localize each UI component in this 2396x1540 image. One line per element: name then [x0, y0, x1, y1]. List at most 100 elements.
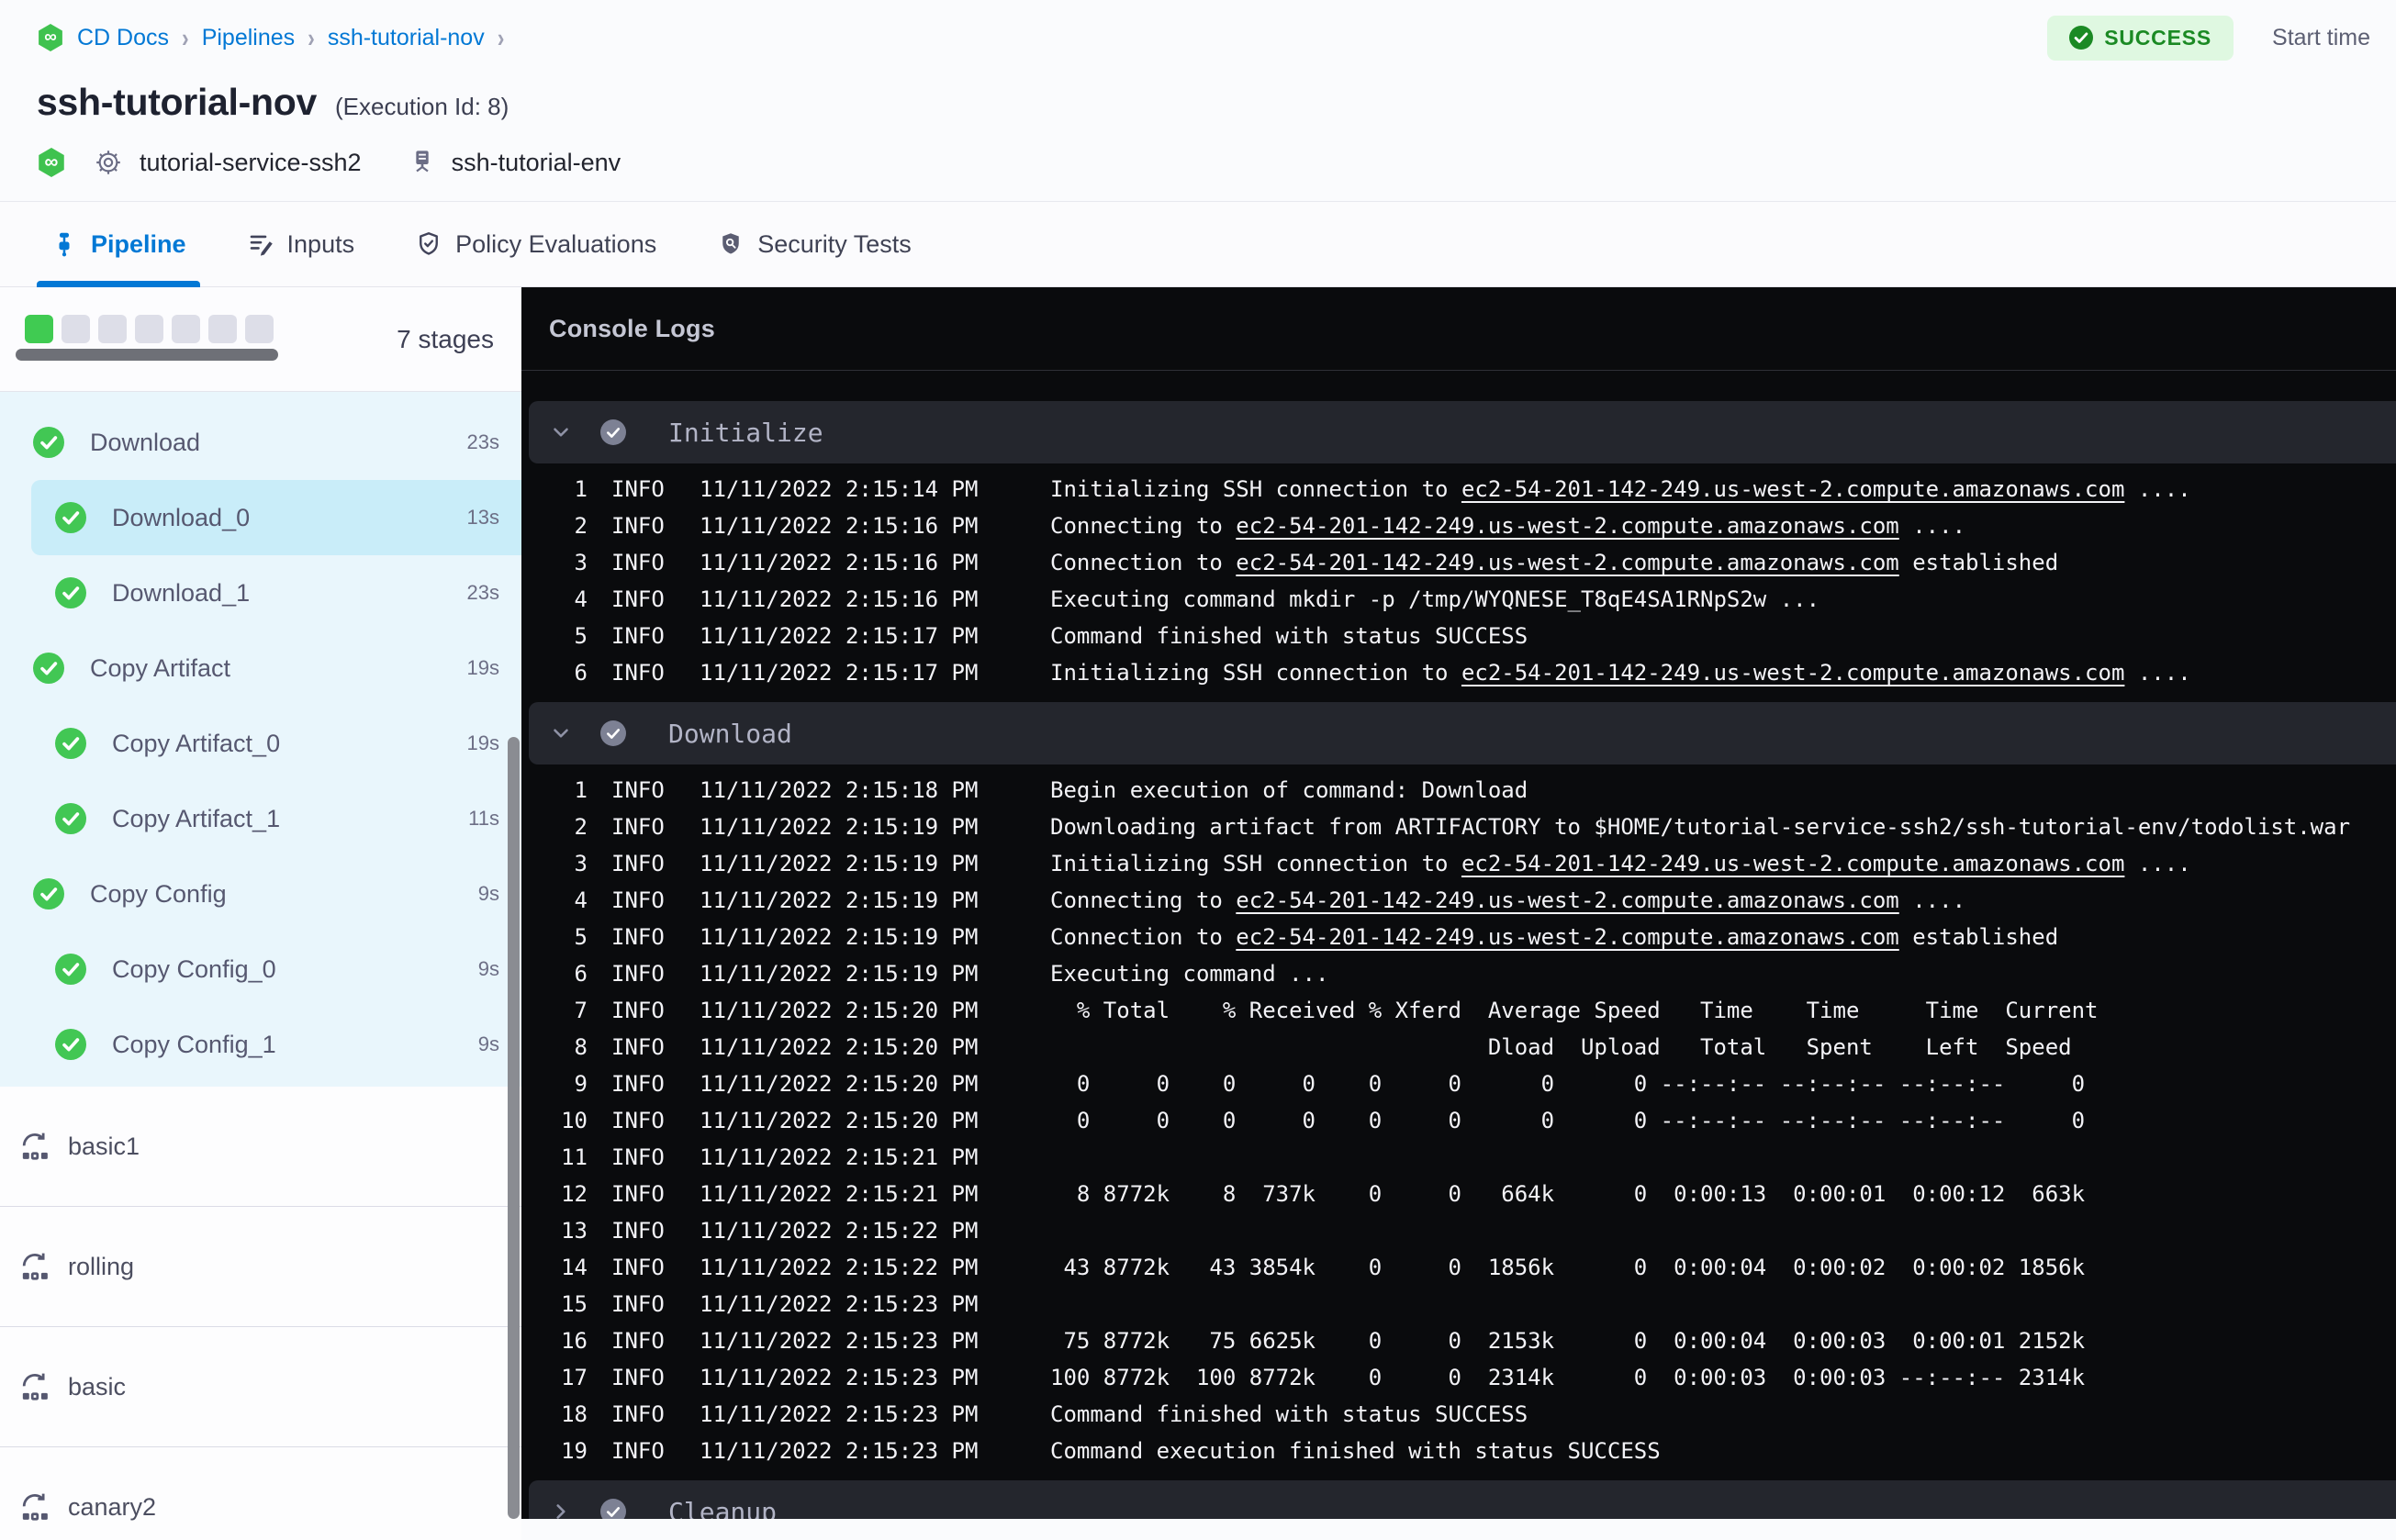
tab-security-tests[interactable]: Security Tests	[703, 202, 925, 286]
log-section-header[interactable]: Initialize	[529, 401, 2396, 463]
step-success-seal-icon	[600, 720, 626, 746]
log-message: Initializing SSH connection to ec2-54-20…	[1050, 851, 2191, 876]
tab-label: Pipeline	[91, 229, 186, 258]
stage-row[interactable]: Copy Config_0 9s	[0, 932, 521, 1007]
log-host-link[interactable]: ec2-54-201-142-249.us-west-2.compute.ama…	[1236, 924, 1898, 950]
log-timestamp: 11/11/2022 2:15:16 PM	[700, 550, 979, 575]
environment-name[interactable]: ssh-tutorial-env	[452, 149, 621, 177]
environment-icon	[415, 151, 429, 173]
log-line: 16 INFO 11/11/2022 2:15:23 PM 75 8772k 75 …	[529, 1322, 2396, 1359]
log-host-link[interactable]: ec2-54-201-142-249.us-west-2.compute.ama…	[1236, 513, 1898, 539]
service-name[interactable]: tutorial-service-ssh2	[140, 149, 362, 177]
log-timestamp: 11/11/2022 2:15:19 PM	[700, 924, 979, 950]
stages-sidebar: 7 stages Download 23s Download_0 13s Downloa…	[0, 287, 521, 1540]
log-message: 0 0 0 0 0 0 0 0 --:--:-- --:--:-- --:--:…	[1050, 1108, 2086, 1133]
stage-progress-segment	[98, 315, 127, 343]
chevron-down-icon[interactable]	[549, 721, 573, 745]
breadcrumb-link-pipelines[interactable]: Pipelines	[202, 25, 295, 51]
log-line-number: 4	[574, 586, 588, 612]
stage-row[interactable]: Download 23s	[0, 405, 521, 480]
log-message: Downloading artifact from ARTIFACTORY to…	[1050, 814, 2351, 840]
execution-status-area: SUCCESS Start time	[2047, 15, 2370, 61]
log-line-number: 12	[561, 1181, 588, 1207]
log-message: Connecting to ec2-54-201-142-249.us-west…	[1050, 887, 1966, 913]
title-row: ssh-tutorial-nov (Execution Id: 8)	[0, 81, 2396, 124]
rollback-stage-row[interactable]: canary2	[0, 1447, 521, 1540]
stage-row[interactable]: Copy Artifact_1 11s	[0, 781, 521, 856]
log-section-header[interactable]: Download	[529, 702, 2396, 764]
log-message: Connecting to ec2-54-201-142-249.us-west…	[1050, 513, 1966, 539]
stage-duration: 9s	[477, 957, 499, 980]
log-timestamp: 11/11/2022 2:15:19 PM	[700, 851, 979, 876]
log-level: INFO	[611, 513, 665, 539]
log-line-number: 16	[561, 1328, 588, 1354]
stage-row[interactable]: Copy Config 9s	[0, 856, 521, 932]
log-timestamp: 11/11/2022 2:15:22 PM	[700, 1218, 979, 1244]
harness-logo-icon: ∞	[39, 24, 62, 51]
log-level: INFO	[611, 550, 665, 575]
status-label: SUCCESS	[2104, 25, 2212, 50]
tab-inputs[interactable]: Inputs	[233, 202, 369, 286]
log-line: 17 INFO 11/11/2022 2:15:23 PM 100 8772k 100…	[529, 1359, 2396, 1396]
rollback-icon	[22, 1493, 48, 1521]
log-timestamp: 11/11/2022 2:15:17 PM	[700, 660, 979, 686]
stage-name: Download_1	[112, 578, 251, 607]
stage-duration: 23s	[466, 581, 499, 604]
console-panel: Console Logs Initialize 1 INFO 11/11/2022 2…	[521, 287, 2396, 1519]
log-message: Initializing SSH connection to ec2-54-20…	[1050, 476, 2191, 502]
stage-progress-segment	[208, 315, 237, 343]
tab-label: Security Tests	[757, 229, 912, 258]
tab-pipeline[interactable]: Pipeline	[37, 202, 200, 287]
stage-row[interactable]: Copy Artifact 19s	[0, 631, 521, 706]
log-line: 15 INFO 11/11/2022 2:15:23 PM	[529, 1286, 2396, 1322]
stage-row[interactable]: Download_0 13s	[31, 480, 521, 555]
log-line-number: 10	[561, 1108, 588, 1133]
log-message: Command finished with status SUCCESS	[1050, 1401, 1528, 1427]
log-line: 11 INFO 11/11/2022 2:15:21 PM	[529, 1139, 2396, 1176]
log-level: INFO	[611, 1108, 665, 1133]
breadcrumb-link-cd-docs[interactable]: CD Docs	[77, 25, 169, 51]
log-line-number: 5	[574, 924, 588, 950]
log-host-link[interactable]: ec2-54-201-142-249.us-west-2.compute.ama…	[1236, 550, 1898, 575]
log-host-link[interactable]: ec2-54-201-142-249.us-west-2.compute.ama…	[1461, 660, 2124, 686]
log-host-link[interactable]: ec2-54-201-142-249.us-west-2.compute.ama…	[1236, 887, 1898, 913]
log-line: 13 INFO 11/11/2022 2:15:22 PM	[529, 1212, 2396, 1249]
log-section-header[interactable]: Cleanup	[529, 1480, 2396, 1519]
log-host-link[interactable]: ec2-54-201-142-249.us-west-2.compute.ama…	[1461, 851, 2124, 876]
stage-duration: 11s	[468, 807, 499, 830]
log-level: INFO	[611, 924, 665, 950]
breadcrumb-link-pipeline-name[interactable]: ssh-tutorial-nov	[328, 25, 485, 51]
log-line-number: 11	[561, 1144, 588, 1170]
stage-name: Copy Artifact_1	[112, 804, 281, 832]
log-timestamp: 11/11/2022 2:15:20 PM	[700, 1034, 979, 1060]
chevron-right-icon[interactable]	[549, 1500, 573, 1519]
log-level: INFO	[611, 961, 665, 987]
log-section: Download 1 INFO 11/11/2022 2:15:18 PM Begin …	[529, 702, 2396, 1480]
rollback-stage-row[interactable]: rolling	[0, 1207, 521, 1327]
stage-row[interactable]: Download_1 23s	[0, 555, 521, 631]
log-line-number: 9	[574, 1071, 588, 1097]
log-message: Executing command ...	[1050, 961, 1329, 987]
log-line: 1 INFO 11/11/2022 2:15:14 PM Initializing S…	[529, 471, 2396, 508]
log-line: 6 INFO 11/11/2022 2:15:17 PM Initializing S…	[529, 654, 2396, 691]
stage-row[interactable]: Copy Config_1 9s	[0, 1007, 521, 1082]
rollback-stage-row[interactable]: basic	[0, 1327, 521, 1447]
log-line: 2 INFO 11/11/2022 2:15:16 PM Connecting to …	[529, 508, 2396, 544]
minimap-scrollbar[interactable]	[16, 349, 278, 361]
log-message: 75 8772k 75 6625k 0 0 2153k 0 0:00:04 0:…	[1050, 1328, 2086, 1354]
log-host-link[interactable]: ec2-54-201-142-249.us-west-2.compute.ama…	[1461, 476, 2124, 502]
tab-policy-evaluations[interactable]: Policy Evaluations	[401, 202, 670, 286]
stage-name: Copy Config	[90, 879, 227, 908]
log-line-number: 5	[574, 623, 588, 649]
log-timestamp: 11/11/2022 2:15:19 PM	[700, 961, 979, 987]
stage-progress-segment	[245, 315, 274, 343]
rollback-icon	[22, 1253, 48, 1280]
chevron-right-icon: ›	[182, 22, 189, 52]
top-bar: ∞ CD Docs › Pipelines › ssh-tutorial-nov…	[0, 0, 2396, 75]
status-badge: SUCCESS	[2047, 15, 2234, 61]
rollback-stage-row[interactable]: basic1	[0, 1087, 521, 1207]
log-level: INFO	[611, 476, 665, 502]
stage-row[interactable]: Copy Artifact_0 19s	[0, 706, 521, 781]
chevron-down-icon[interactable]	[549, 420, 573, 444]
sidebar-scrollbar[interactable]	[508, 737, 520, 1519]
